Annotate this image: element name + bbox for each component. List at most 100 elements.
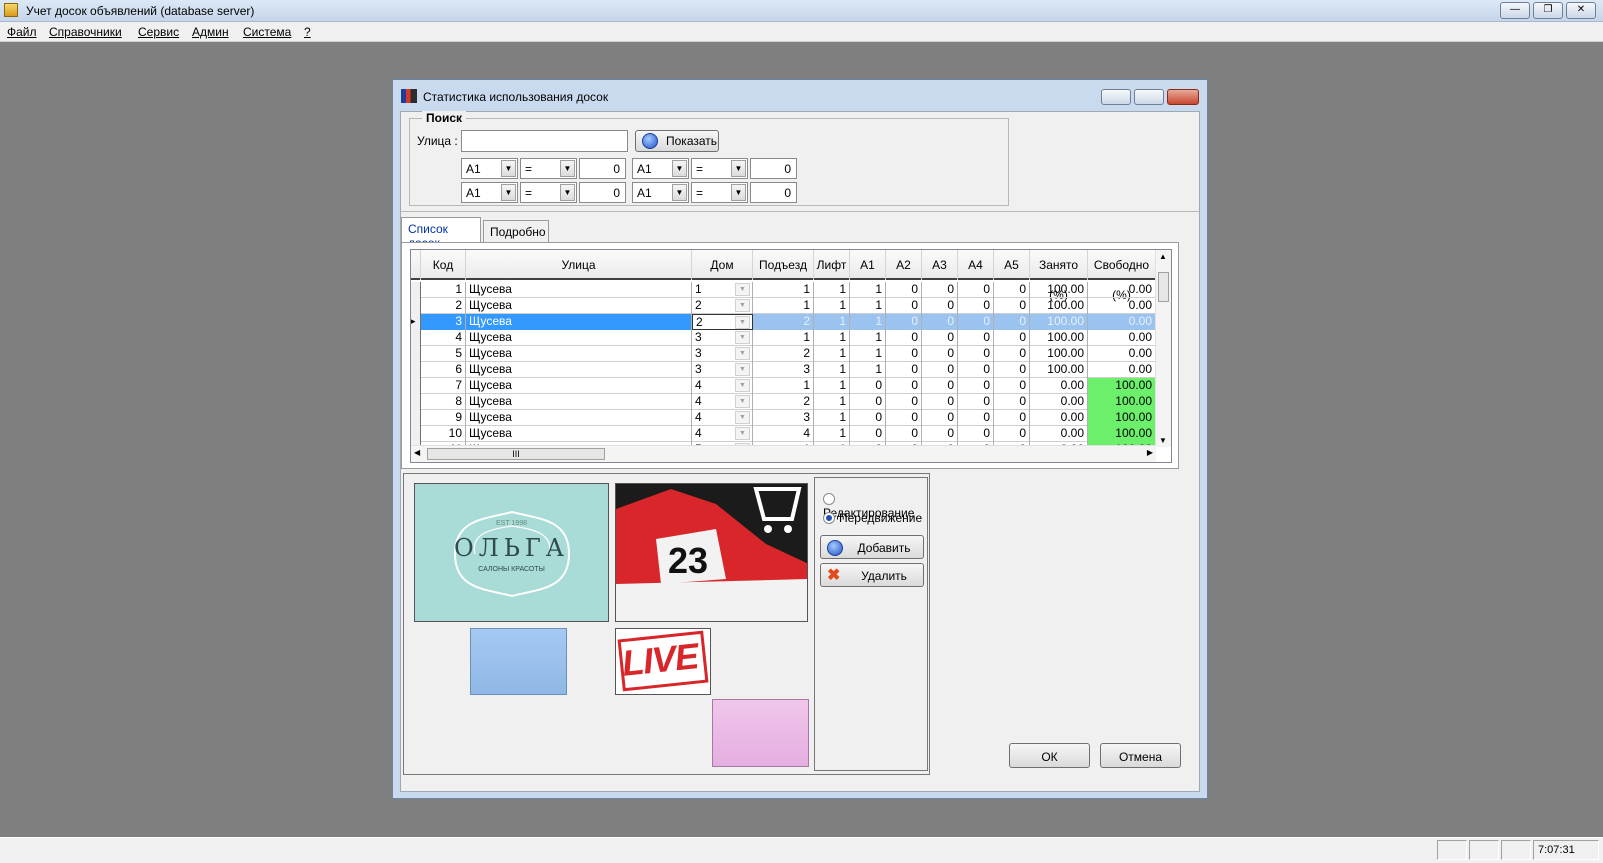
- board-blank-pink[interactable]: [712, 699, 809, 767]
- cell-a5[interactable]: 0: [994, 362, 1030, 378]
- cell-occupied[interactable]: 0.00: [1030, 394, 1088, 410]
- cell-a4[interactable]: 0: [958, 410, 994, 426]
- cell-a4[interactable]: 0: [958, 378, 994, 394]
- chevron-down-icon[interactable]: ▼: [735, 411, 750, 424]
- cell-a5[interactable]: 0: [994, 426, 1030, 442]
- cell-occupied[interactable]: 100.00: [1030, 314, 1088, 330]
- cell-kod[interactable]: 1: [421, 282, 466, 298]
- cell-a2[interactable]: 0: [886, 330, 922, 346]
- cell-free[interactable]: 0.00: [1088, 362, 1156, 378]
- cell-entrance[interactable]: 3: [753, 410, 814, 426]
- tab-details[interactable]: Подробно: [483, 220, 549, 242]
- cell-occupied[interactable]: 100.00: [1030, 346, 1088, 362]
- cell-a3[interactable]: 0: [922, 298, 958, 314]
- chevron-down-icon[interactable]: ▼: [735, 316, 750, 329]
- cell-entrance[interactable]: 3: [753, 362, 814, 378]
- table-row[interactable]: 6 Щусева 3 ▼ 3 1 1 0 0 0 0 100.00 0.00: [411, 362, 1156, 378]
- cell-house[interactable]: 4 ▼: [692, 394, 753, 410]
- row-indicator[interactable]: [411, 410, 421, 426]
- cell-free[interactable]: 100.00: [1088, 410, 1156, 426]
- cell-entrance[interactable]: 1: [753, 298, 814, 314]
- filter4-field-select[interactable]: A1 ▼: [632, 182, 689, 203]
- cell-a2[interactable]: 0: [886, 282, 922, 298]
- ok-button[interactable]: ОК: [1009, 743, 1090, 768]
- row-indicator[interactable]: [411, 330, 421, 346]
- cell-free[interactable]: 0.00: [1088, 298, 1156, 314]
- cell-a5[interactable]: 0: [994, 346, 1030, 362]
- cell-entrance[interactable]: 2: [753, 314, 814, 330]
- cell-lift[interactable]: 1: [814, 410, 850, 426]
- dialog-close-button[interactable]: [1167, 89, 1199, 105]
- cell-a3[interactable]: 0: [922, 378, 958, 394]
- col-header[interactable]: A1: [850, 250, 886, 280]
- cell-entrance[interactable]: 2: [753, 346, 814, 362]
- cell-house[interactable]: 2 ▼: [692, 314, 753, 330]
- cell-a2[interactable]: 0: [886, 346, 922, 362]
- cell-a1[interactable]: 0: [850, 426, 886, 442]
- row-indicator[interactable]: [411, 298, 421, 314]
- cell-street[interactable]: Щусева: [466, 426, 692, 442]
- cell-a4[interactable]: 0: [958, 394, 994, 410]
- filter4-value-input[interactable]: 0: [750, 182, 797, 203]
- filter2-op-select[interactable]: = ▼: [691, 158, 748, 179]
- cell-kod[interactable]: 4: [421, 330, 466, 346]
- cell-a4[interactable]: 0: [958, 362, 994, 378]
- col-header[interactable]: Свободно (%): [1088, 250, 1156, 302]
- board-sneaker[interactable]: 23: [615, 483, 808, 622]
- chevron-down-icon[interactable]: ▼: [735, 363, 750, 376]
- cell-free[interactable]: 100.00: [1088, 378, 1156, 394]
- cell-a3[interactable]: 0: [922, 346, 958, 362]
- cell-lift[interactable]: 1: [814, 314, 850, 330]
- cell-a5[interactable]: 0: [994, 330, 1030, 346]
- cell-kod[interactable]: 5: [421, 346, 466, 362]
- cell-house[interactable]: 1 ▼: [692, 282, 753, 298]
- cell-occupied[interactable]: 100.00: [1030, 298, 1088, 314]
- cell-a5[interactable]: 0: [994, 394, 1030, 410]
- col-header[interactable]: Лифт: [814, 250, 850, 280]
- delete-board-button[interactable]: ✖ Удалить: [820, 563, 924, 587]
- cell-street[interactable]: Щусева: [466, 314, 692, 330]
- col-header[interactable]: A4: [958, 250, 994, 280]
- row-indicator[interactable]: ▸: [411, 314, 421, 330]
- board-live[interactable]: LIVE: [615, 628, 711, 695]
- cell-a4[interactable]: 0: [958, 282, 994, 298]
- cell-street[interactable]: Щусева: [466, 362, 692, 378]
- cell-a5[interactable]: 0: [994, 378, 1030, 394]
- scroll-up-icon[interactable]: ▲: [1159, 252, 1167, 261]
- cell-a2[interactable]: 0: [886, 378, 922, 394]
- cell-a3[interactable]: 0: [922, 282, 958, 298]
- cell-a1[interactable]: 1: [850, 330, 886, 346]
- cell-lift[interactable]: 1: [814, 378, 850, 394]
- cell-a4[interactable]: 0: [958, 346, 994, 362]
- row-indicator[interactable]: [411, 426, 421, 442]
- cell-free[interactable]: 100.00: [1088, 426, 1156, 442]
- mode-move-radio[interactable]: Передвижение: [823, 511, 922, 525]
- col-header[interactable]: A2: [886, 250, 922, 280]
- scroll-right-icon[interactable]: ▶: [1147, 448, 1153, 457]
- cell-a4[interactable]: 0: [958, 330, 994, 346]
- grid-vertical-scrollbar[interactable]: ▲ ▼: [1155, 250, 1171, 447]
- cell-house[interactable]: 4 ▼: [692, 410, 753, 426]
- cell-kod[interactable]: 3: [421, 314, 466, 330]
- cell-a1[interactable]: 1: [850, 346, 886, 362]
- row-indicator[interactable]: [411, 394, 421, 410]
- minimize-button[interactable]: —: [1500, 2, 1530, 19]
- cell-a5[interactable]: 0: [994, 314, 1030, 330]
- menu-admin[interactable]: Админ: [192, 25, 229, 39]
- cell-house[interactable]: 4 ▼: [692, 378, 753, 394]
- cell-street[interactable]: Щусева: [466, 410, 692, 426]
- cell-occupied[interactable]: 100.00: [1030, 330, 1088, 346]
- table-row[interactable]: 2 Щусева 2 ▼ 1 1 1 0 0 0 0 100.00 0.00: [411, 298, 1156, 314]
- cell-a1[interactable]: 1: [850, 314, 886, 330]
- board-blank-blue[interactable]: [470, 628, 567, 695]
- cell-house[interactable]: 4 ▼: [692, 426, 753, 442]
- add-board-button[interactable]: Добавить: [820, 535, 924, 559]
- cell-a3[interactable]: 0: [922, 314, 958, 330]
- cell-occupied[interactable]: 100.00: [1030, 282, 1088, 298]
- cell-free[interactable]: 0.00: [1088, 330, 1156, 346]
- filter4-op-select[interactable]: = ▼: [691, 182, 748, 203]
- filter3-value-input[interactable]: 0: [579, 182, 626, 203]
- col-header[interactable]: Улица: [466, 250, 692, 280]
- cell-street[interactable]: Щусева: [466, 378, 692, 394]
- chevron-down-icon[interactable]: ▼: [735, 395, 750, 408]
